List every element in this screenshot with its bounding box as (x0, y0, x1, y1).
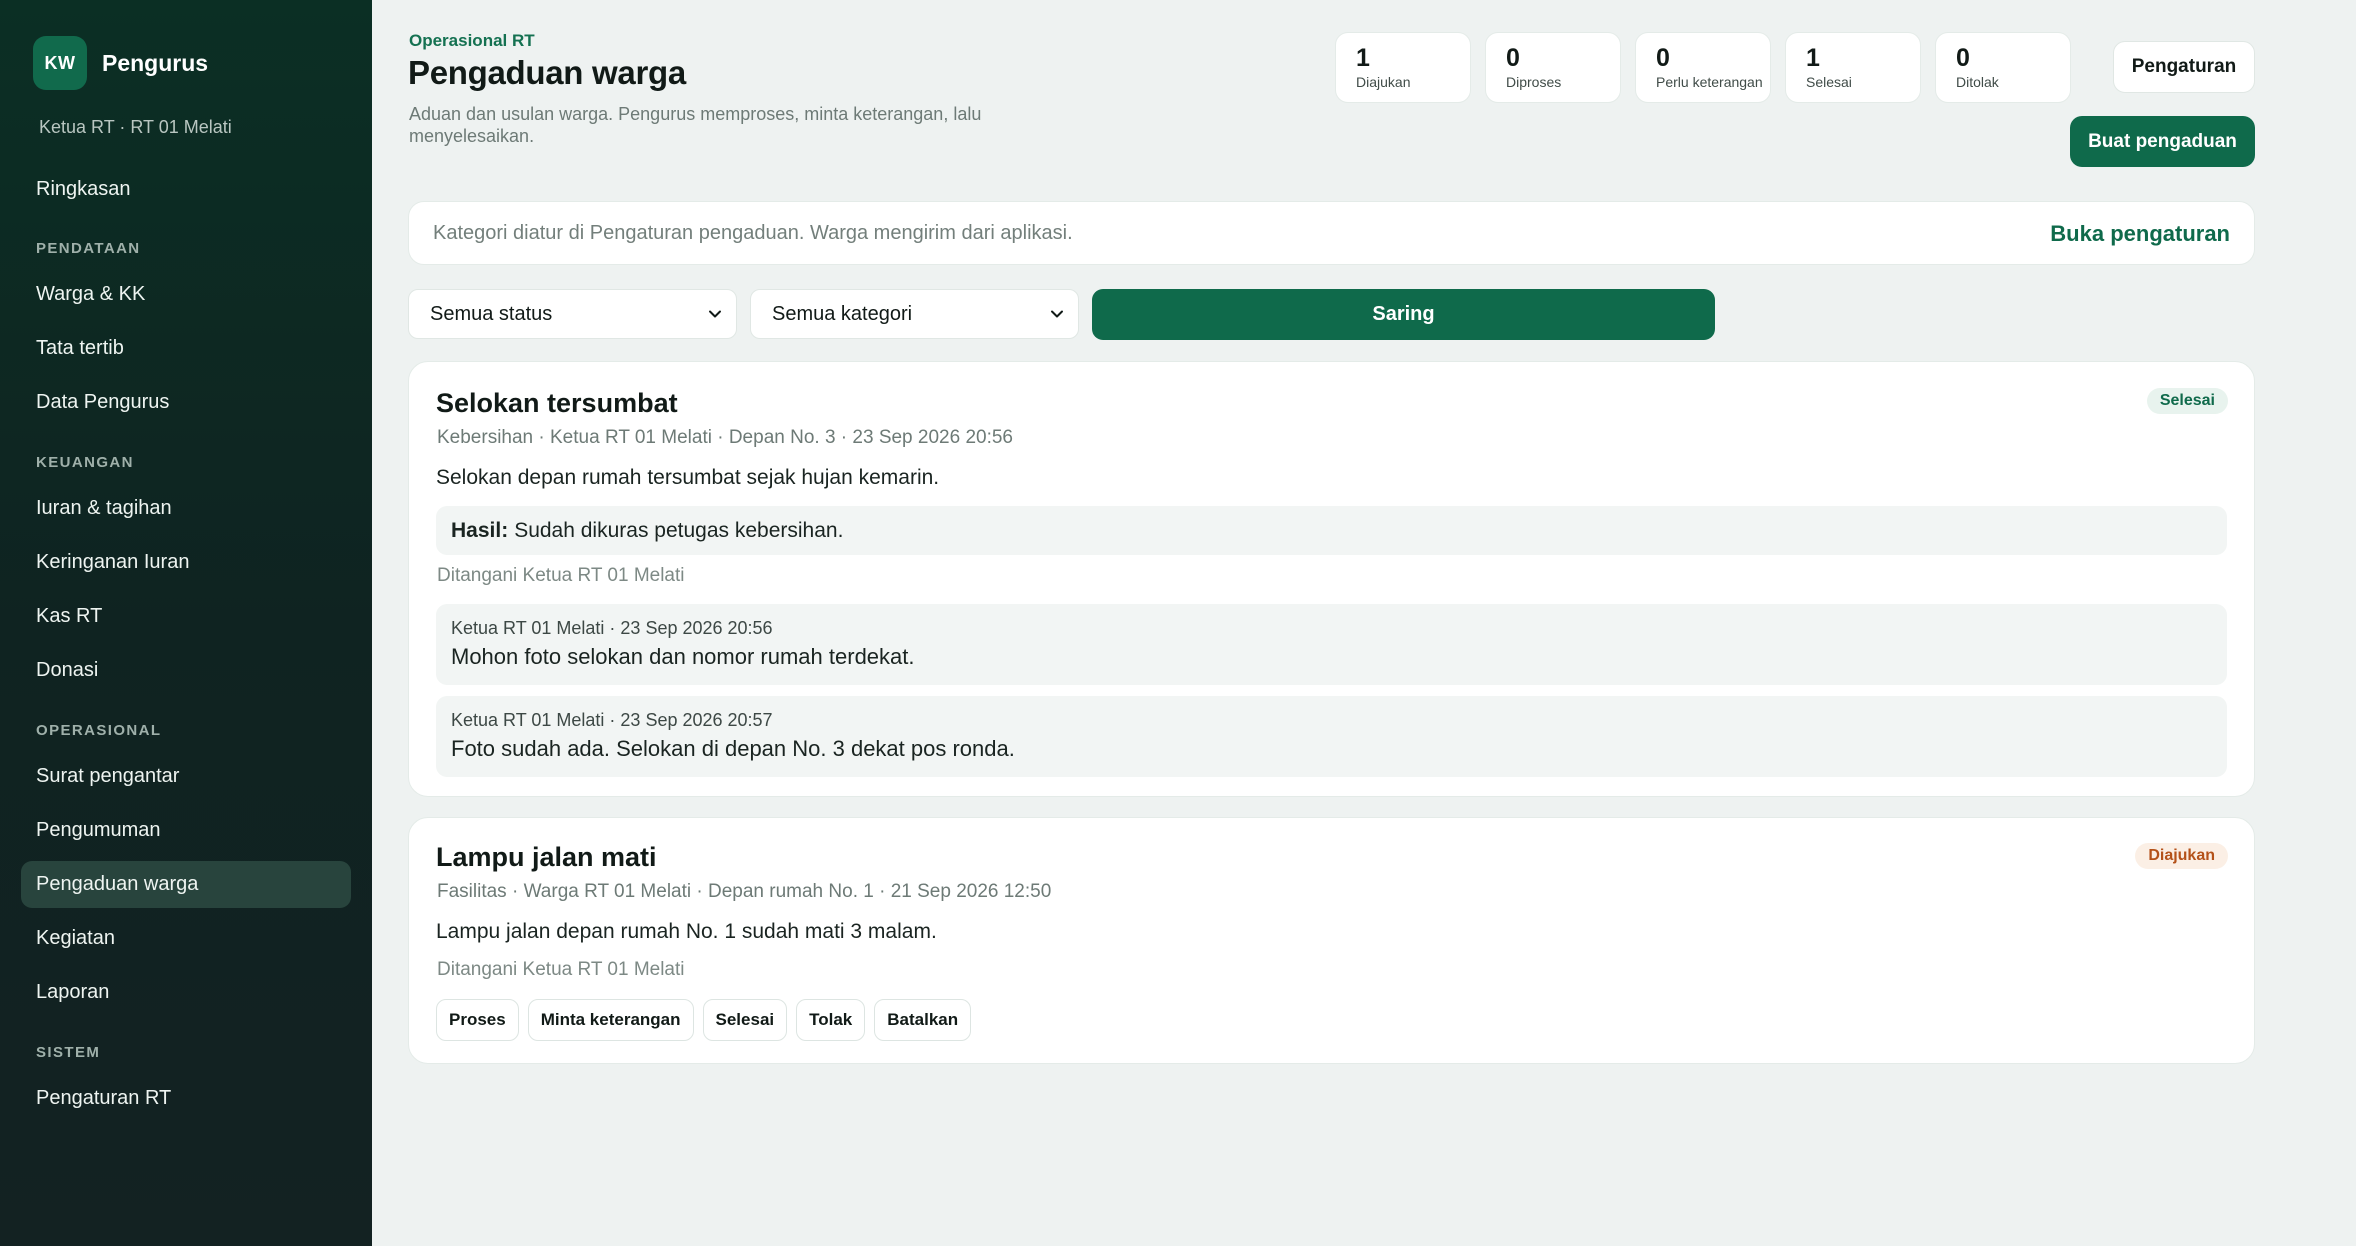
create-complaint-button[interactable]: Buat pengaduan (2070, 116, 2255, 167)
result-text: Sudah dikuras petugas kebersihan. (514, 518, 844, 542)
sidebar-item-tata-tertib[interactable]: Tata tertib (21, 325, 351, 372)
user-role: Ketua RT · RT 01 Melati (39, 117, 232, 137)
status-filter-value: Semua status (430, 302, 553, 325)
filter-button[interactable]: Saring (1092, 289, 1715, 340)
chevron-down-icon (1051, 310, 1063, 318)
note-text: Mohon foto selokan dan nomor rumah terde… (451, 644, 915, 669)
brand-name: Pengurus (102, 49, 209, 76)
complaint-card: Selokan tersumbat Selesai Kebersihan · K… (408, 361, 2255, 797)
complete-button[interactable]: Selesai (702, 999, 788, 1041)
chevron-down-icon (709, 310, 721, 318)
complaint-title: Selokan tersumbat (436, 388, 678, 418)
complaint-body: Lampu jalan depan rumah No. 1 sudah mati… (436, 920, 937, 943)
open-settings-link[interactable]: Buka pengaturan (2050, 221, 2230, 247)
sidebar-item-warga[interactable]: Warga & KK (21, 271, 351, 318)
breadcrumb: Operasional RT (409, 31, 535, 50)
stat-label: Perlu keterangan (1656, 74, 1763, 90)
complaint-meta: Kebersihan · Ketua RT 01 Melati · Depan … (437, 427, 1013, 448)
section-keuangan: KEUANGAN (36, 454, 134, 471)
stat-value: 1 (1356, 44, 1370, 72)
stat-value: 0 (1956, 44, 1970, 72)
stat-ditolak: 0 Ditolak (1935, 32, 2071, 103)
result-box: Hasil: Sudah dikuras petugas kebersihan. (436, 506, 2227, 555)
result-label: Hasil: (451, 518, 509, 542)
stats-row: 1 Diajukan 0 Diproses 0 Perlu keterangan… (1335, 32, 2071, 103)
stat-diproses: 0 Diproses (1485, 32, 1621, 103)
request-info-button[interactable]: Minta keterangan (527, 999, 694, 1041)
stat-label: Selesai (1806, 74, 1852, 90)
main-content: Operasional RT Pengaduan warga Aduan dan… (372, 0, 2356, 1246)
stat-label: Diproses (1506, 74, 1562, 90)
page-title: Pengaduan warga (408, 54, 686, 91)
section-sistem: SISTEM (36, 1044, 101, 1061)
sidebar-item-kas[interactable]: Kas RT (21, 593, 351, 640)
sidebar-item-ringkasan[interactable]: Ringkasan (21, 166, 351, 213)
page-description: Aduan dan usulan warga. Pengurus mempros… (409, 104, 982, 146)
sidebar-item-iuran[interactable]: Iuran & tagihan (21, 485, 351, 532)
stat-label: Ditolak (1956, 74, 1999, 90)
brand: KW Pengurus (33, 36, 208, 90)
stat-diajukan: 1 Diajukan (1335, 32, 1471, 103)
sidebar: KW Pengurus Ketua RT · RT 01 Melati Ring… (0, 0, 372, 1246)
status-badge: Selesai (2146, 388, 2228, 414)
sidebar-item-donasi[interactable]: Donasi (21, 647, 351, 694)
complaint-body: Selokan depan rumah tersumbat sejak huja… (436, 466, 940, 489)
category-filter-value: Semua kategori (772, 302, 913, 325)
status-badge: Diajukan (2135, 843, 2228, 869)
cancel-button[interactable]: Batalkan (874, 999, 972, 1041)
sidebar-item-kegiatan[interactable]: Kegiatan (21, 915, 351, 962)
process-button[interactable]: Proses (436, 999, 519, 1041)
complaint-card: Lampu jalan mati Diajukan Fasilitas · Wa… (408, 817, 2255, 1064)
sidebar-item-data-pengurus[interactable]: Data Pengurus (21, 379, 351, 426)
note-item: Ketua RT 01 Melati · 23 Sep 2026 20:57 F… (436, 696, 2227, 777)
note-text: Foto sudah ada. Selokan di depan No. 3 d… (451, 736, 1015, 761)
status-filter-select[interactable]: Semua status (408, 289, 737, 339)
sidebar-item-laporan[interactable]: Laporan (21, 969, 351, 1016)
sidebar-item-surat[interactable]: Surat pengantar (21, 753, 351, 800)
stat-value: 0 (1506, 44, 1520, 72)
settings-button[interactable]: Pengaturan (2113, 41, 2255, 93)
handled-by: Ditangani Ketua RT 01 Melati (437, 565, 685, 586)
stat-perlu-keterangan: 0 Perlu keterangan (1635, 32, 1771, 103)
section-operasional: OPERASIONAL (36, 722, 162, 739)
stat-value: 1 (1806, 44, 1820, 72)
info-message: Kategori diatur di Pengaturan pengaduan.… (433, 222, 1073, 244)
section-pendataan: PENDATAAN (36, 240, 141, 257)
stat-selesai: 1 Selesai (1785, 32, 1921, 103)
complaint-meta: Fasilitas · Warga RT 01 Melati · Depan r… (437, 881, 1052, 902)
complaint-title: Lampu jalan mati (436, 842, 657, 872)
avatar: KW (33, 36, 87, 90)
note-item: Ketua RT 01 Melati · 23 Sep 2026 20:56 M… (436, 604, 2227, 685)
reject-button[interactable]: Tolak (796, 999, 866, 1041)
note-meta: Ketua RT 01 Melati · 23 Sep 2026 20:56 (451, 618, 773, 638)
handled-by: Ditangani Ketua RT 01 Melati (437, 959, 685, 980)
sidebar-item-pengaduan[interactable]: Pengaduan warga (21, 861, 351, 908)
category-filter-select[interactable]: Semua kategori (750, 289, 1079, 339)
stat-value: 0 (1656, 44, 1670, 72)
sidebar-item-pengaturan-rt[interactable]: Pengaturan RT (21, 1075, 351, 1122)
note-meta: Ketua RT 01 Melati · 23 Sep 2026 20:57 (451, 710, 773, 730)
stat-label: Diajukan (1356, 74, 1411, 90)
complaint-actions: Proses Minta keterangan Selesai Tolak Ba… (436, 999, 972, 1041)
sidebar-item-keringanan[interactable]: Keringanan Iuran (21, 539, 351, 586)
sidebar-item-pengumuman[interactable]: Pengumuman (21, 807, 351, 854)
info-bar: Kategori diatur di Pengaturan pengaduan.… (408, 201, 2255, 265)
